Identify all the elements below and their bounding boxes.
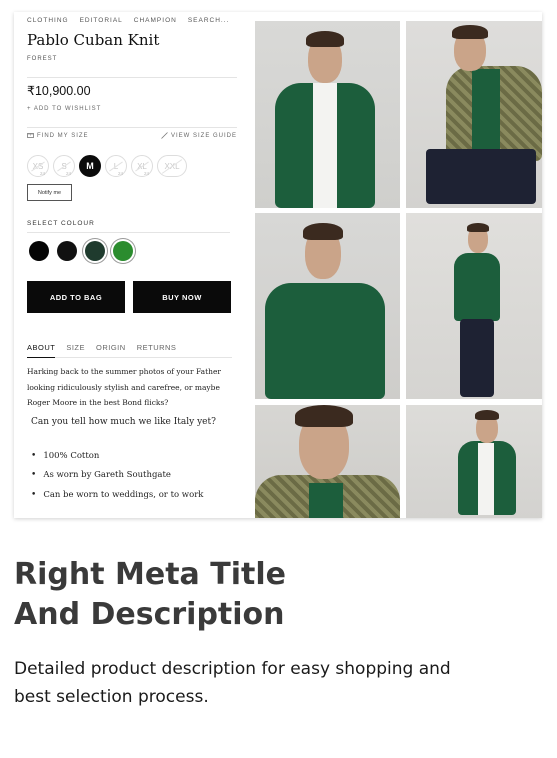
ruler-icon [27, 133, 34, 138]
product-title: Pablo Cuban Knit [27, 31, 160, 49]
swatch-black[interactable] [29, 241, 49, 261]
swatch-forest[interactable] [85, 241, 105, 261]
tab-about[interactable]: ABOUT [27, 343, 56, 358]
shirt-shape [309, 483, 343, 518]
breadcrumb-clothing[interactable]: CLOTHING [27, 17, 69, 24]
tape-icon [161, 132, 168, 139]
add-to-bag-button[interactable]: ADD TO BAG [27, 281, 125, 313]
product-description: Harking back to the summer photos of you… [27, 364, 237, 411]
swatch-dark[interactable] [57, 241, 77, 261]
feature-item: As worn by Gareth Southgate [31, 466, 241, 486]
product-photo-model-front[interactable] [255, 21, 400, 208]
hair-shape [452, 25, 488, 39]
shirt-shape [265, 283, 385, 399]
size-option-m[interactable]: M [79, 155, 101, 177]
feature-item: 100% Cotton [31, 446, 241, 466]
size-count: 24 [65, 171, 71, 176]
product-color-name: FOREST [27, 56, 58, 62]
promo-heading: Right Meta Title And Description [14, 555, 544, 635]
colour-swatches [29, 241, 133, 261]
breadcrumb-editorial[interactable]: EDITORIAL [80, 17, 123, 24]
tab-returns[interactable]: RETURNS [137, 343, 177, 352]
pants-shape [460, 319, 494, 397]
product-price: ₹10,900.00 [27, 84, 91, 98]
promo-heading-line: Right Meta Title [14, 557, 286, 592]
hair-shape [467, 223, 489, 232]
divider [27, 232, 230, 233]
size-option-xxl[interactable]: XXL [157, 155, 187, 177]
pants-shape [426, 149, 536, 204]
product-photo-model-face[interactable] [255, 405, 400, 518]
shirt-shape [472, 69, 500, 149]
size-option-l[interactable]: L 24 [105, 155, 127, 177]
divider [27, 127, 237, 128]
tab-size[interactable]: SIZE [66, 343, 85, 352]
breadcrumb-search[interactable]: SEARCH... [188, 17, 230, 24]
size-help-row: FIND MY SIZE VIEW SIZE GUIDE [27, 132, 237, 139]
size-selector: XS 24 S 24 M L 24 XL 24 XXL [27, 155, 187, 177]
feature-list: 100% Cotton As worn by Gareth Southgate … [31, 446, 241, 505]
product-info-tabs: ABOUT SIZE ORIGIN RETURNS [27, 343, 232, 358]
size-count: 24 [117, 171, 123, 176]
divider [27, 77, 237, 78]
product-photo-model-closeup[interactable] [255, 213, 400, 399]
promo-text-line: best selection process. [14, 687, 209, 707]
size-option-s[interactable]: S 24 [53, 155, 75, 177]
promo-heading-line: And Description [14, 597, 285, 632]
size-label: M [86, 161, 94, 171]
product-photo-model-seated[interactable] [406, 21, 542, 208]
size-option-xs[interactable]: XS 24 [27, 155, 49, 177]
find-my-size-link[interactable]: FIND MY SIZE [27, 132, 89, 139]
size-option-xl[interactable]: XL 24 [131, 155, 153, 177]
promo-description: Detailed product description for easy sh… [14, 655, 534, 711]
product-details-panel: CLOTHING EDITORIAL CHAMPION SEARCH... Pa… [27, 12, 239, 518]
product-photo-model-open-shirt[interactable] [406, 405, 542, 518]
description-line: looking ridiculously stylish and carefre… [27, 382, 220, 392]
size-count: 24 [39, 171, 45, 176]
description-line: Roger Moore in the best Bond flicks? [27, 398, 169, 407]
swatch-green[interactable] [113, 241, 133, 261]
shirt-shape [454, 253, 500, 321]
hair-shape [295, 405, 353, 427]
promo-text-line: Detailed product description for easy sh… [14, 659, 451, 679]
notify-me-button[interactable]: Notify me [27, 184, 72, 201]
add-to-wishlist-link[interactable]: + ADD TO WISHLIST [27, 106, 101, 112]
find-my-size-label: FIND MY SIZE [37, 132, 89, 139]
feature-item: Can be worn to weddings, or to work [31, 485, 241, 505]
buy-now-button[interactable]: BUY NOW [133, 281, 231, 313]
product-photo-model-full-length[interactable] [406, 213, 542, 399]
tee-shape [313, 83, 337, 208]
size-guide-label: VIEW SIZE GUIDE [170, 132, 237, 139]
view-size-guide-link[interactable]: VIEW SIZE GUIDE [161, 132, 237, 139]
breadcrumb: CLOTHING EDITORIAL CHAMPION SEARCH... [27, 17, 229, 24]
size-count: 24 [143, 171, 149, 176]
breadcrumb-champion[interactable]: CHAMPION [134, 17, 177, 24]
product-page-screenshot: CLOTHING EDITORIAL CHAMPION SEARCH... Pa… [14, 12, 542, 518]
description-line: Harking back to the summer photos of you… [27, 367, 222, 376]
select-colour-label: SELECT COLOUR [27, 220, 95, 227]
hair-shape [475, 410, 499, 420]
hair-shape [303, 223, 343, 240]
hair-shape [306, 31, 344, 47]
tab-origin[interactable]: ORIGIN [96, 343, 126, 352]
tee-shape [478, 443, 494, 515]
description-question: Can you tell how much we like Italy yet? [31, 417, 216, 427]
